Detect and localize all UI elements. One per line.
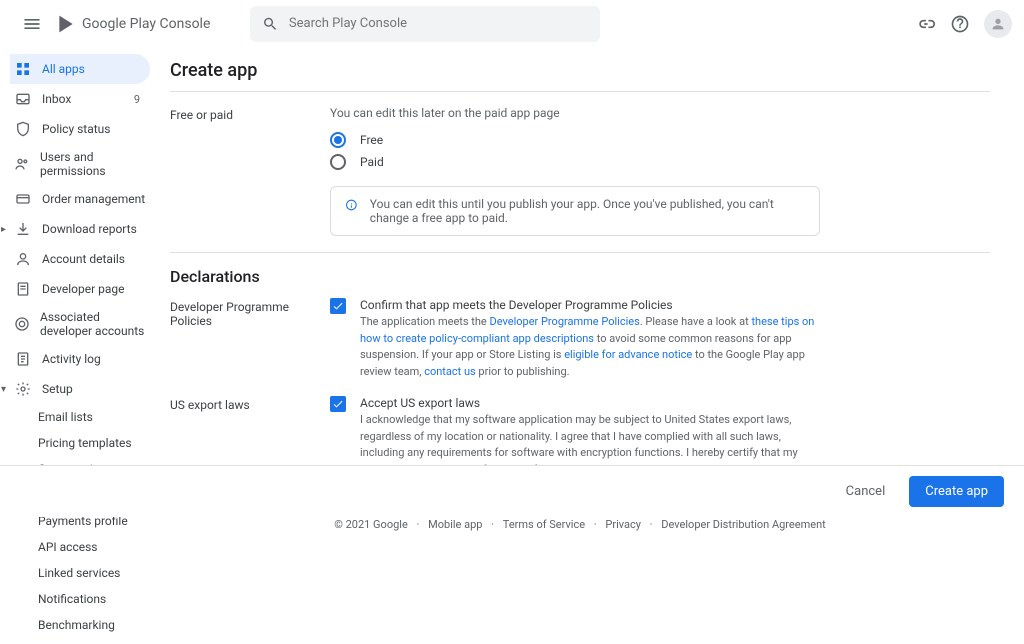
dpp-policies-link[interactable]: Developer Programme Policies: [490, 315, 640, 328]
sidebar-sub-notifications[interactable]: Notifications: [10, 586, 150, 612]
sidebar-item-label: Linked services: [38, 566, 120, 580]
badge: 9: [134, 93, 140, 106]
menu-icon[interactable]: [12, 4, 52, 44]
header-actions: [916, 10, 1012, 38]
sidebar-item-label: Associated developer accounts: [40, 310, 146, 338]
grid-icon: [14, 60, 32, 78]
search-input[interactable]: [289, 16, 588, 31]
dpp-label: Developer Programme Policies: [170, 298, 330, 380]
dpp-advance-link[interactable]: eligible for advance notice: [564, 348, 692, 361]
bottom-action-bar: Cancel Create app: [0, 465, 1024, 517]
sidebar-item-label: API access: [38, 540, 97, 554]
sidebar-sub-api-access[interactable]: API access: [10, 534, 150, 560]
sidebar-sub-email-lists[interactable]: Email lists: [10, 404, 150, 430]
main-content: Create app Free or paid You can edit thi…: [150, 48, 1010, 644]
sidebar-item-label: Users and permissions: [40, 150, 146, 178]
radio-free-label: Free: [360, 133, 383, 147]
gear-icon: [14, 380, 32, 398]
sidebar-sub-benchmarking[interactable]: Benchmarking: [10, 612, 150, 638]
free-or-paid-label: Free or paid: [170, 106, 330, 236]
export-check-title: Accept US export laws: [360, 396, 820, 410]
footer-link[interactable]: Terms of Service: [503, 518, 585, 531]
sidebar-item-policy-status[interactable]: Policy status: [10, 114, 150, 144]
radio-icon: [330, 154, 346, 170]
page-title: Create app: [170, 48, 990, 92]
sidebar-item-download-reports[interactable]: ▸Download reports: [10, 214, 150, 244]
footer-links: © 2021 Google · Mobile app · Terms of Se…: [170, 518, 990, 531]
footer-link[interactable]: Mobile app: [428, 518, 482, 531]
sidebar-item-label: Developer page: [42, 282, 125, 296]
free-or-paid-hint: You can edit this later on the paid app …: [330, 106, 820, 120]
free-or-paid-section: Free or paid You can edit this later on …: [170, 106, 990, 236]
link-icon[interactable]: [916, 14, 936, 34]
sidebar-item-label: Pricing templates: [38, 436, 132, 450]
logo[interactable]: Google Play Console: [56, 14, 210, 34]
dpp-check-title: Confirm that app meets the Developer Pro…: [360, 298, 820, 312]
sidebar-sub-pricing-templates[interactable]: Pricing templates: [10, 430, 150, 456]
download-icon: [14, 220, 32, 238]
check-icon: [332, 398, 344, 410]
footer-link[interactable]: Developer Distribution Agreement: [661, 518, 825, 531]
person-icon: [14, 250, 32, 268]
sidebar-item-activity-log[interactable]: Activity log: [10, 344, 150, 374]
help-icon[interactable]: [950, 14, 970, 34]
sidebar-item-all-apps[interactable]: All apps: [10, 54, 150, 84]
info-icon: [345, 197, 358, 213]
search-box[interactable]: [250, 6, 600, 42]
check-icon: [332, 300, 344, 312]
copyright: © 2021 Google: [334, 518, 408, 531]
create-app-button[interactable]: Create app: [909, 476, 1004, 507]
sidebar-item-label: Order management: [42, 192, 145, 206]
sidebar-item-developer-page[interactable]: Developer page: [10, 274, 150, 304]
users-icon: [14, 155, 30, 173]
chevron-icon: ▾: [1, 384, 6, 395]
radio-icon: [330, 132, 346, 148]
sidebar-item-order-management[interactable]: Order management: [10, 184, 150, 214]
sidebar-item-label: Policy status: [42, 122, 111, 136]
log-icon: [14, 350, 32, 368]
person-icon: [990, 16, 1006, 32]
sidebar: All apps Inbox 9 Policy status Users and per…: [0, 48, 150, 644]
sidebar-item-label: Inbox: [42, 92, 71, 106]
search-icon: [262, 15, 279, 33]
sidebar-item-label: Download reports: [42, 222, 137, 236]
declarations-title: Declarations: [170, 252, 990, 298]
sidebar-item-label: Setup: [42, 382, 73, 396]
sidebar-item-users-and-permissions[interactable]: Users and permissions: [10, 144, 150, 184]
cancel-button[interactable]: Cancel: [834, 476, 898, 507]
sidebar-item-associated-developer-accounts[interactable]: Associated developer accounts: [10, 304, 150, 344]
sidebar-item-setup[interactable]: ▾Setup: [10, 374, 150, 404]
card-icon: [14, 190, 32, 208]
sidebar-item-inbox[interactable]: Inbox 9: [10, 84, 150, 114]
avatar[interactable]: [984, 10, 1012, 38]
dpp-section: Developer Programme Policies Confirm tha…: [170, 298, 990, 380]
dpp-checkbox[interactable]: [330, 298, 346, 314]
radio-paid[interactable]: Paid: [330, 154, 820, 170]
dpp-contact-link[interactable]: contact us: [424, 365, 476, 378]
sidebar-item-account-details[interactable]: Account details: [10, 244, 150, 274]
info-box: You can edit this until you publish your…: [330, 186, 820, 236]
top-header: Google Play Console: [0, 0, 1024, 48]
radio-free[interactable]: Free: [330, 132, 820, 148]
sidebar-sub-linked-services[interactable]: Linked services: [10, 560, 150, 586]
link-icon: [14, 315, 30, 333]
sidebar-item-label: All apps: [42, 62, 85, 76]
sidebar-item-label: Email lists: [38, 410, 93, 424]
inbox-icon: [14, 90, 32, 108]
sidebar-item-label: Notifications: [38, 592, 106, 606]
play-console-icon: [56, 14, 76, 34]
page-icon: [14, 280, 32, 298]
dpp-check-desc: The application meets the Developer Prog…: [360, 314, 820, 380]
radio-paid-label: Paid: [360, 155, 384, 169]
sidebar-item-label: Activity log: [42, 352, 101, 366]
logo-text: Google Play Console: [82, 16, 210, 32]
sidebar-item-label: Benchmarking: [38, 618, 115, 632]
shield-icon: [14, 120, 32, 138]
chevron-icon: ▸: [1, 224, 6, 235]
sidebar-item-label: Account details: [42, 252, 125, 266]
info-text: You can edit this until you publish your…: [370, 197, 805, 225]
export-checkbox[interactable]: [330, 396, 346, 412]
footer-link[interactable]: Privacy: [605, 518, 641, 531]
